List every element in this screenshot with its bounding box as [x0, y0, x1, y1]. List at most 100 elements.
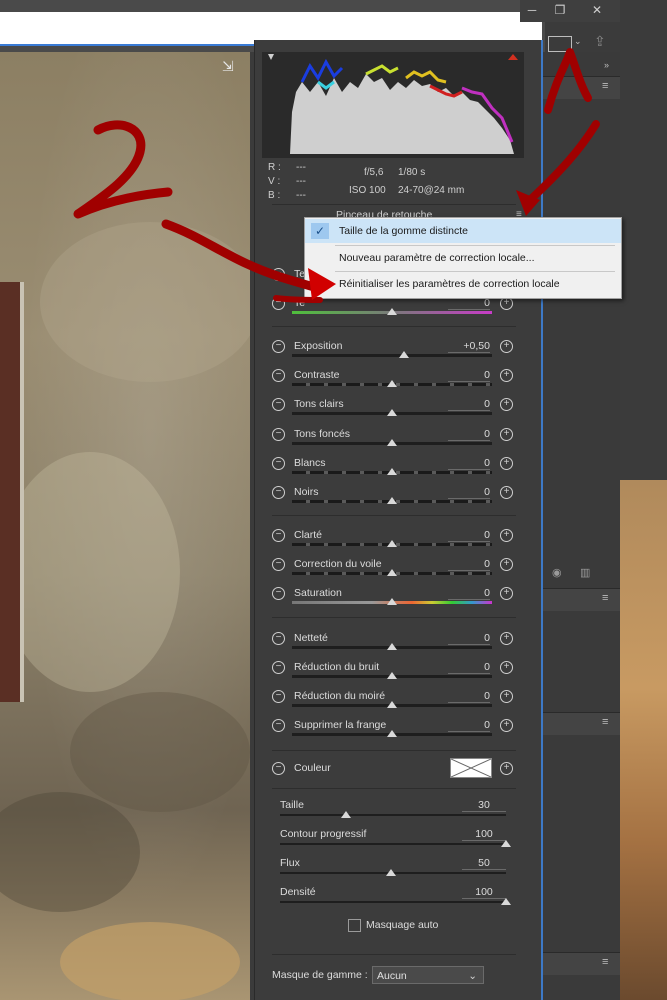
slider-track[interactable] [292, 540, 492, 547]
slider-value[interactable]: 0 [448, 661, 490, 674]
plus-icon[interactable]: + [500, 340, 513, 353]
minimize-icon[interactable]: ─ [520, 0, 544, 22]
share-icon[interactable]: ⇪ [594, 33, 606, 50]
slider-thumb[interactable] [501, 840, 511, 847]
minus-icon[interactable]: − [272, 632, 285, 645]
slider-track[interactable] [292, 672, 492, 679]
slider-thumb[interactable] [387, 467, 397, 475]
close-icon[interactable]: ✕ [582, 0, 612, 22]
slider-value[interactable]: 0 [448, 632, 490, 645]
slider-thumb[interactable] [387, 308, 397, 315]
panel-view-icon[interactable] [548, 36, 572, 52]
menu-icon[interactable]: ≡ [602, 957, 612, 968]
range-mask-select[interactable]: Aucun ⌄ [372, 966, 484, 984]
plus-icon[interactable]: + [500, 558, 513, 571]
slider-value[interactable]: 0 [448, 457, 490, 470]
minus-icon[interactable]: − [272, 587, 285, 600]
chevron-down-icon[interactable]: ⌄ [574, 36, 582, 47]
minus-icon[interactable]: − [272, 340, 285, 353]
minus-icon[interactable]: − [272, 427, 285, 441]
slider-thumb[interactable] [387, 497, 397, 504]
slider-value[interactable]: 0 [448, 719, 490, 732]
slider-value[interactable]: 0 [448, 558, 490, 571]
trash-icon[interactable]: ▥ [580, 566, 590, 579]
slider-thumb[interactable] [340, 811, 351, 818]
plus-icon[interactable]: + [500, 529, 513, 542]
minus-icon[interactable]: − [272, 369, 285, 383]
brush-track[interactable] [280, 869, 506, 876]
minus-icon[interactable]: − [272, 558, 285, 571]
auto-mask-checkbox[interactable] [348, 919, 361, 932]
slider-thumb[interactable] [387, 672, 397, 679]
minus-icon[interactable]: − [272, 268, 285, 281]
menu-item-reset-local-correction[interactable]: Réinitialiser les paramètres de correcti… [305, 272, 621, 296]
slider-value[interactable]: 0 [448, 690, 490, 703]
slider-track[interactable] [292, 497, 492, 504]
slider-track[interactable] [292, 643, 492, 650]
slider-track[interactable] [292, 730, 492, 737]
slider-thumb[interactable] [387, 569, 397, 576]
plus-icon[interactable]: + [500, 587, 513, 600]
plus-icon[interactable]: + [500, 632, 513, 645]
slider-thumb[interactable] [387, 438, 397, 446]
color-swatch[interactable] [450, 758, 492, 778]
brush-value[interactable]: 30 [462, 799, 506, 812]
slider-track[interactable] [292, 438, 492, 446]
menu-icon[interactable]: ≡ [602, 717, 612, 728]
slider-value[interactable]: 0 [448, 369, 490, 383]
plus-icon[interactable]: + [500, 369, 513, 383]
slider-value[interactable]: 0 [448, 529, 490, 542]
menu-item-new-local-correction[interactable]: Nouveau paramètre de correction locale..… [305, 246, 621, 270]
slider-value[interactable]: +0,50 [448, 340, 490, 353]
brush-value[interactable]: 50 [462, 857, 506, 870]
slider-track[interactable] [292, 701, 492, 708]
brush-track[interactable] [280, 840, 511, 847]
menu-icon[interactable]: ≡ [602, 593, 612, 604]
minus-icon[interactable]: − [272, 661, 285, 674]
slider-thumb[interactable] [387, 730, 397, 737]
slider-thumb[interactable] [387, 643, 397, 650]
slider-thumb[interactable] [501, 898, 511, 905]
menu-icon[interactable]: ≡ [602, 81, 612, 92]
brush-value[interactable]: 100 [462, 828, 506, 841]
minus-icon[interactable]: − [272, 398, 285, 412]
slider-thumb[interactable] [387, 540, 397, 547]
brush-track[interactable] [280, 898, 511, 905]
minus-icon[interactable]: − [272, 486, 285, 499]
brush-value[interactable]: 100 [462, 886, 506, 899]
minus-icon[interactable]: − [272, 297, 285, 310]
slider-thumb[interactable] [399, 351, 409, 358]
export-icon[interactable]: ⇲ [222, 58, 244, 78]
slider-value[interactable]: 0 [448, 587, 490, 600]
slider-thumb[interactable] [387, 409, 397, 417]
minus-icon[interactable]: − [272, 690, 285, 703]
plus-icon[interactable]: + [500, 456, 513, 470]
minus-icon[interactable]: − [272, 762, 285, 775]
slider-thumb[interactable] [387, 380, 397, 388]
slider-track[interactable] [292, 569, 492, 576]
slider-value[interactable]: 0 [448, 428, 490, 441]
minus-icon[interactable]: − [272, 719, 285, 732]
restore-icon[interactable]: ❐ [548, 0, 572, 22]
plus-icon[interactable]: + [500, 661, 513, 674]
slider-track[interactable] [292, 308, 492, 315]
plus-icon[interactable]: + [500, 690, 513, 703]
slider-value[interactable]: 0 [448, 486, 490, 499]
plus-icon[interactable]: + [500, 486, 513, 499]
plus-icon[interactable]: + [500, 398, 513, 412]
menu-item-separate-eraser-size[interactable]: ✓ Taille de la gomme distincte [305, 219, 621, 243]
slider-value[interactable]: 0 [448, 398, 490, 412]
minus-icon[interactable]: − [272, 456, 285, 470]
slider-thumb[interactable] [387, 598, 397, 605]
minus-icon[interactable]: − [272, 529, 285, 542]
slider-track[interactable] [292, 409, 492, 417]
photo-canvas[interactable] [0, 52, 250, 1000]
slider-track[interactable] [292, 598, 492, 605]
expand-icon[interactable]: » [604, 60, 609, 70]
slider-track[interactable] [292, 351, 492, 358]
camera-icon[interactable]: ◉ [552, 566, 562, 579]
slider-track[interactable] [292, 380, 492, 388]
plus-icon[interactable]: + [500, 719, 513, 732]
brush-track[interactable] [280, 811, 506, 818]
slider-track[interactable] [292, 467, 492, 475]
